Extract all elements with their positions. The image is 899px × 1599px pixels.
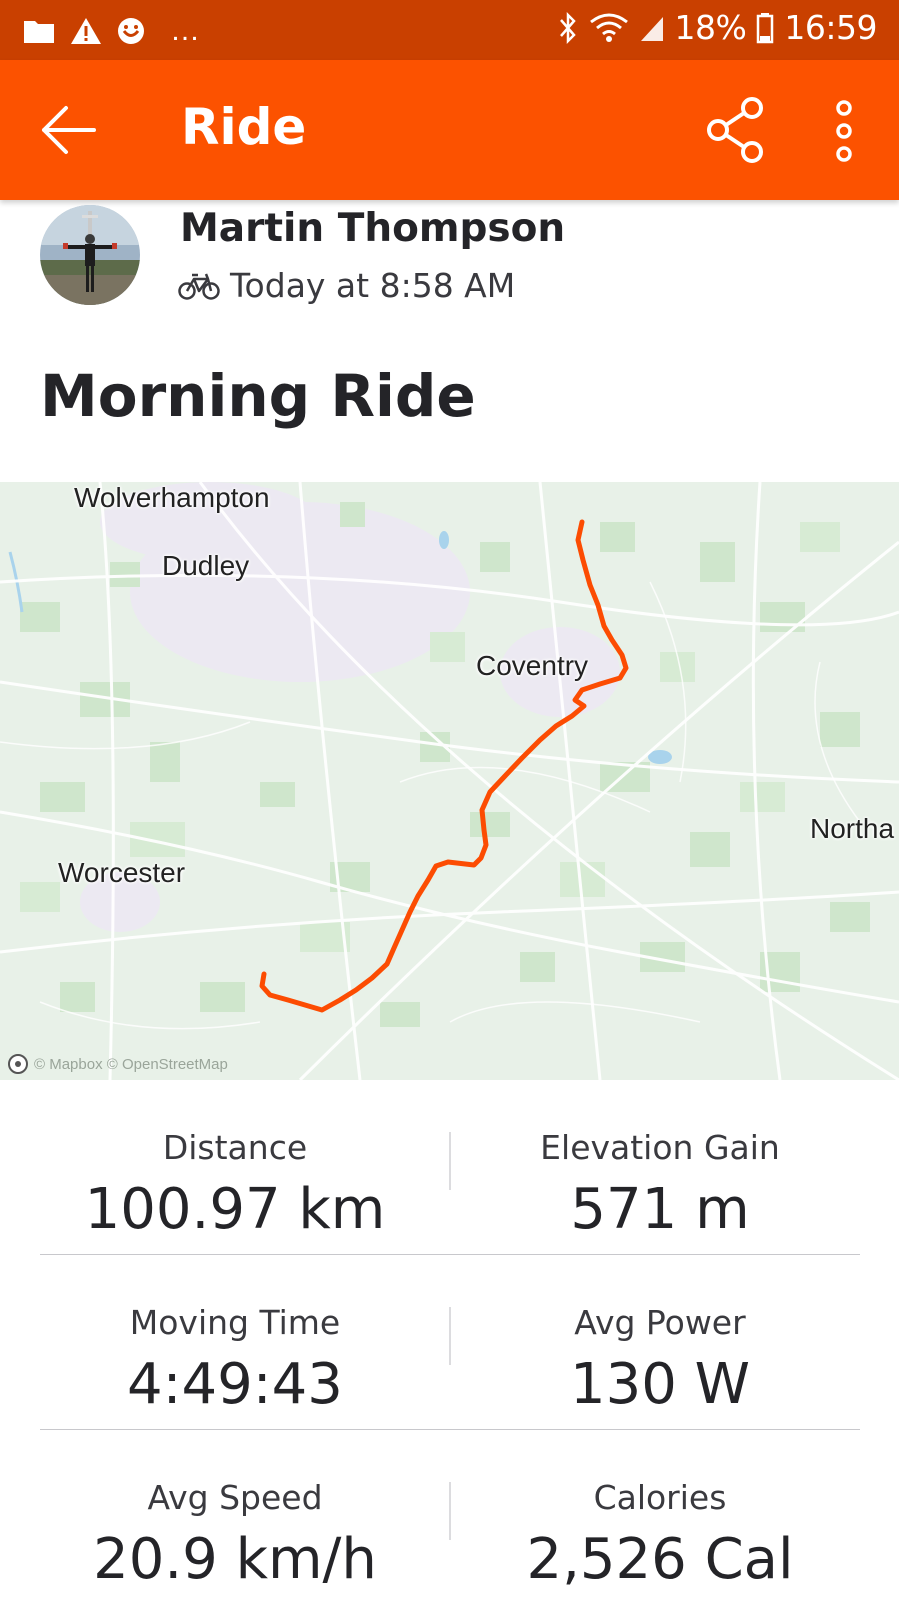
status-bar: … 18% 16:59 xyxy=(0,0,899,60)
activity-stats: Distance 100.97 km Elevation Gain 571 m … xyxy=(40,1080,860,1599)
route-map[interactable]: Wolverhampton Dudley Coventry Worcester … xyxy=(0,482,899,1080)
stat-elevation-gain: Elevation Gain 571 m xyxy=(450,1080,870,1254)
status-notifications: … xyxy=(22,14,200,48)
back-arrow-icon xyxy=(42,106,96,154)
back-button[interactable] xyxy=(38,102,98,158)
stat-value: 571 m xyxy=(570,1177,750,1242)
stat-label: Distance xyxy=(162,1128,308,1167)
avatar-photo xyxy=(40,205,140,305)
folder-icon xyxy=(24,21,54,43)
stat-label: Elevation Gain xyxy=(540,1128,780,1167)
battery-percent: 18% xyxy=(674,8,747,47)
stat-label: Calories xyxy=(593,1478,727,1517)
activity-timestamp: Today at 8:58 AM xyxy=(230,266,516,305)
stats-row: Distance 100.97 km Elevation Gain 571 m xyxy=(40,1080,860,1255)
signal-icon xyxy=(640,16,663,41)
map-label-coventry: Coventry xyxy=(476,650,589,681)
bike-icon xyxy=(178,273,220,300)
more-notifications-icon: … xyxy=(170,14,200,47)
athlete-name[interactable]: Martin Thompson xyxy=(180,206,565,251)
map-label-dudley: Dudley xyxy=(162,550,250,581)
stat-avg-power: Avg Power 130 W xyxy=(450,1255,870,1429)
more-vert-icon xyxy=(836,100,852,162)
activity-header: Martin Thompson Today at 8:58 AM xyxy=(0,200,899,320)
activity-meta: Today at 8:58 AM xyxy=(178,266,515,305)
bluetooth-icon xyxy=(559,11,576,44)
stat-label: Moving Time xyxy=(129,1303,341,1342)
share-button[interactable] xyxy=(706,96,770,166)
wifi-icon xyxy=(589,13,628,42)
status-system: 18% 16:59 xyxy=(557,8,877,47)
stats-row: Avg Speed 20.9 km/h Calories 2,526 Cal xyxy=(40,1430,860,1599)
stat-value: 100.97 km xyxy=(84,1177,386,1242)
stat-value: 20.9 km/h xyxy=(93,1527,377,1592)
share-icon xyxy=(707,97,763,163)
stat-moving-time: Moving Time 4:49:43 xyxy=(30,1255,440,1429)
smiley-icon xyxy=(118,18,144,44)
warning-icon xyxy=(71,18,101,44)
map-label-northampton: Northa xyxy=(810,813,895,844)
mapbox-logo-icon xyxy=(8,1054,28,1074)
battery-icon xyxy=(757,12,774,43)
more-options-button[interactable] xyxy=(830,98,858,164)
stat-distance: Distance 100.97 km xyxy=(30,1080,440,1254)
page-title: Ride xyxy=(181,98,307,156)
stat-avg-speed: Avg Speed 20.9 km/h xyxy=(30,1430,440,1599)
map-attribution[interactable]: © Mapbox © OpenStreetMap xyxy=(8,1054,228,1074)
stat-value: 2,526 Cal xyxy=(526,1527,794,1592)
app-bar: Ride xyxy=(0,60,899,200)
clock: 16:59 xyxy=(784,8,877,47)
attribution-text: © Mapbox © OpenStreetMap xyxy=(34,1055,228,1073)
stat-value: 4:49:43 xyxy=(127,1352,343,1417)
stat-calories: Calories 2,526 Cal xyxy=(450,1430,870,1599)
map-label-worcester: Worcester xyxy=(58,857,186,888)
stats-row: Moving Time 4:49:43 Avg Power 130 W xyxy=(40,1255,860,1430)
stat-label: Avg Speed xyxy=(147,1478,323,1517)
stat-value: 130 W xyxy=(569,1352,751,1417)
map-label-wolverhampton: Wolverhampton xyxy=(74,482,270,513)
avatar[interactable] xyxy=(40,205,140,305)
activity-title: Morning Ride xyxy=(40,362,476,430)
stat-label: Avg Power xyxy=(574,1303,746,1342)
map-background xyxy=(0,482,899,1080)
